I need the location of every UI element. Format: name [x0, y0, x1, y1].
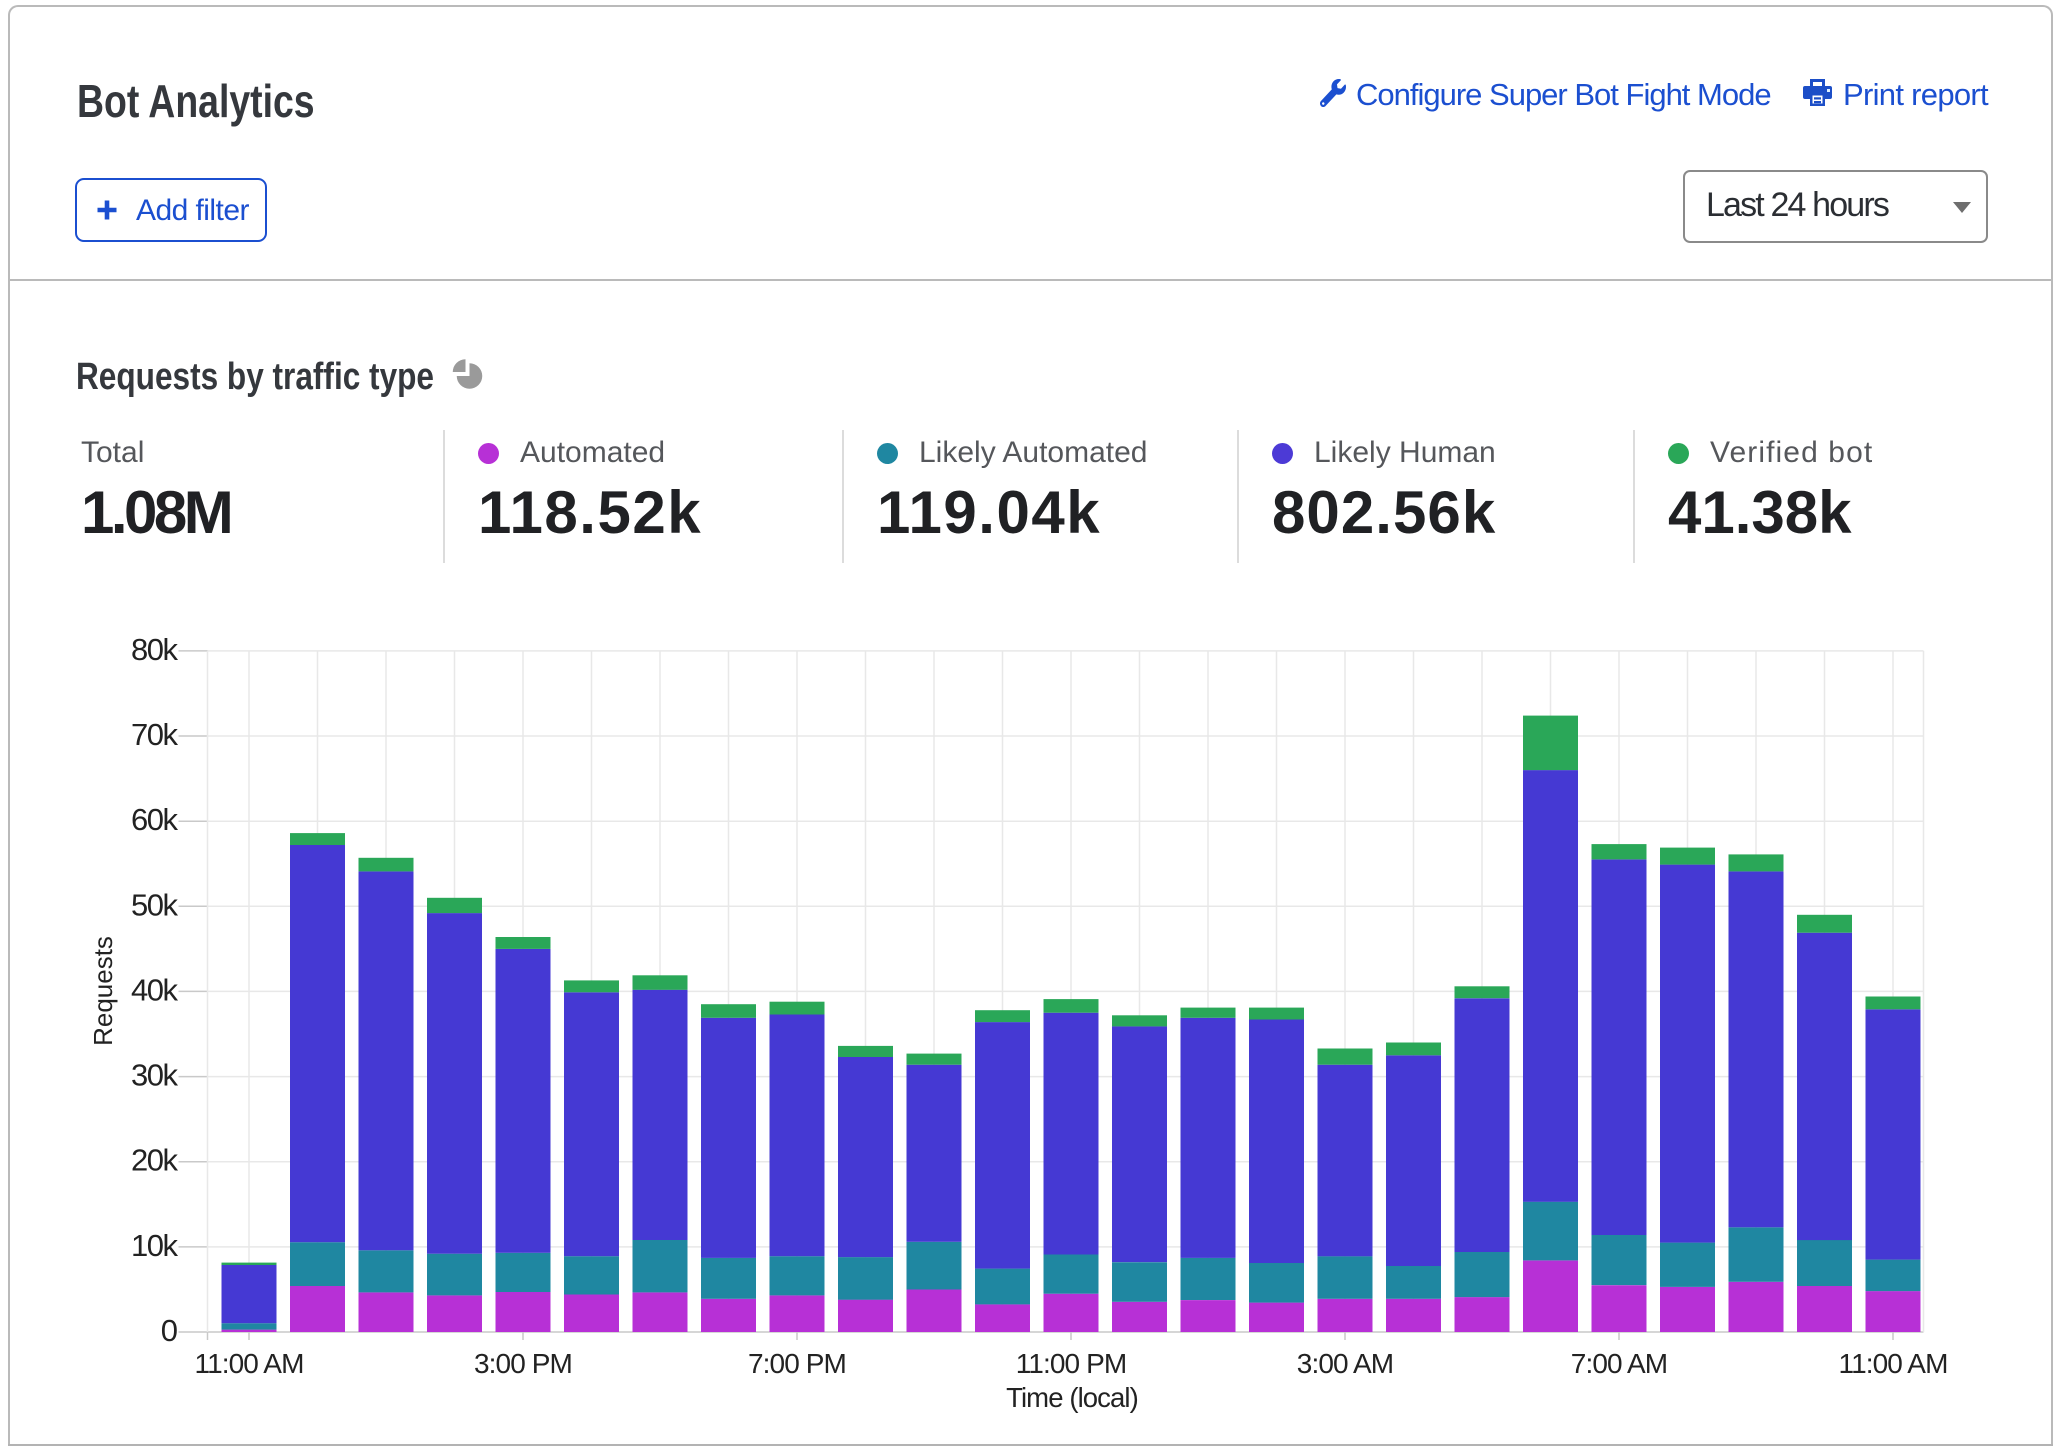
- svg-text:Time (local): Time (local): [1006, 1382, 1138, 1413]
- svg-text:10k: 10k: [131, 1228, 178, 1263]
- svg-text:70k: 70k: [131, 717, 178, 752]
- svg-text:60k: 60k: [131, 802, 178, 837]
- svg-text:40k: 40k: [131, 972, 178, 1007]
- svg-text:30k: 30k: [131, 1058, 178, 1093]
- svg-text:0: 0: [161, 1313, 178, 1348]
- svg-text:11:00 AM: 11:00 AM: [1838, 1348, 1947, 1379]
- svg-text:7:00 PM: 7:00 PM: [748, 1348, 846, 1379]
- svg-text:3:00 PM: 3:00 PM: [474, 1348, 572, 1379]
- svg-text:Requests: Requests: [88, 936, 118, 1046]
- svg-text:20k: 20k: [131, 1143, 178, 1178]
- svg-text:50k: 50k: [131, 887, 178, 922]
- svg-text:11:00 AM: 11:00 AM: [194, 1348, 303, 1379]
- svg-text:3:00 AM: 3:00 AM: [1297, 1348, 1393, 1379]
- svg-text:11:00 PM: 11:00 PM: [1016, 1348, 1127, 1379]
- svg-text:7:00 AM: 7:00 AM: [1571, 1348, 1667, 1379]
- svg-text:80k: 80k: [131, 632, 178, 667]
